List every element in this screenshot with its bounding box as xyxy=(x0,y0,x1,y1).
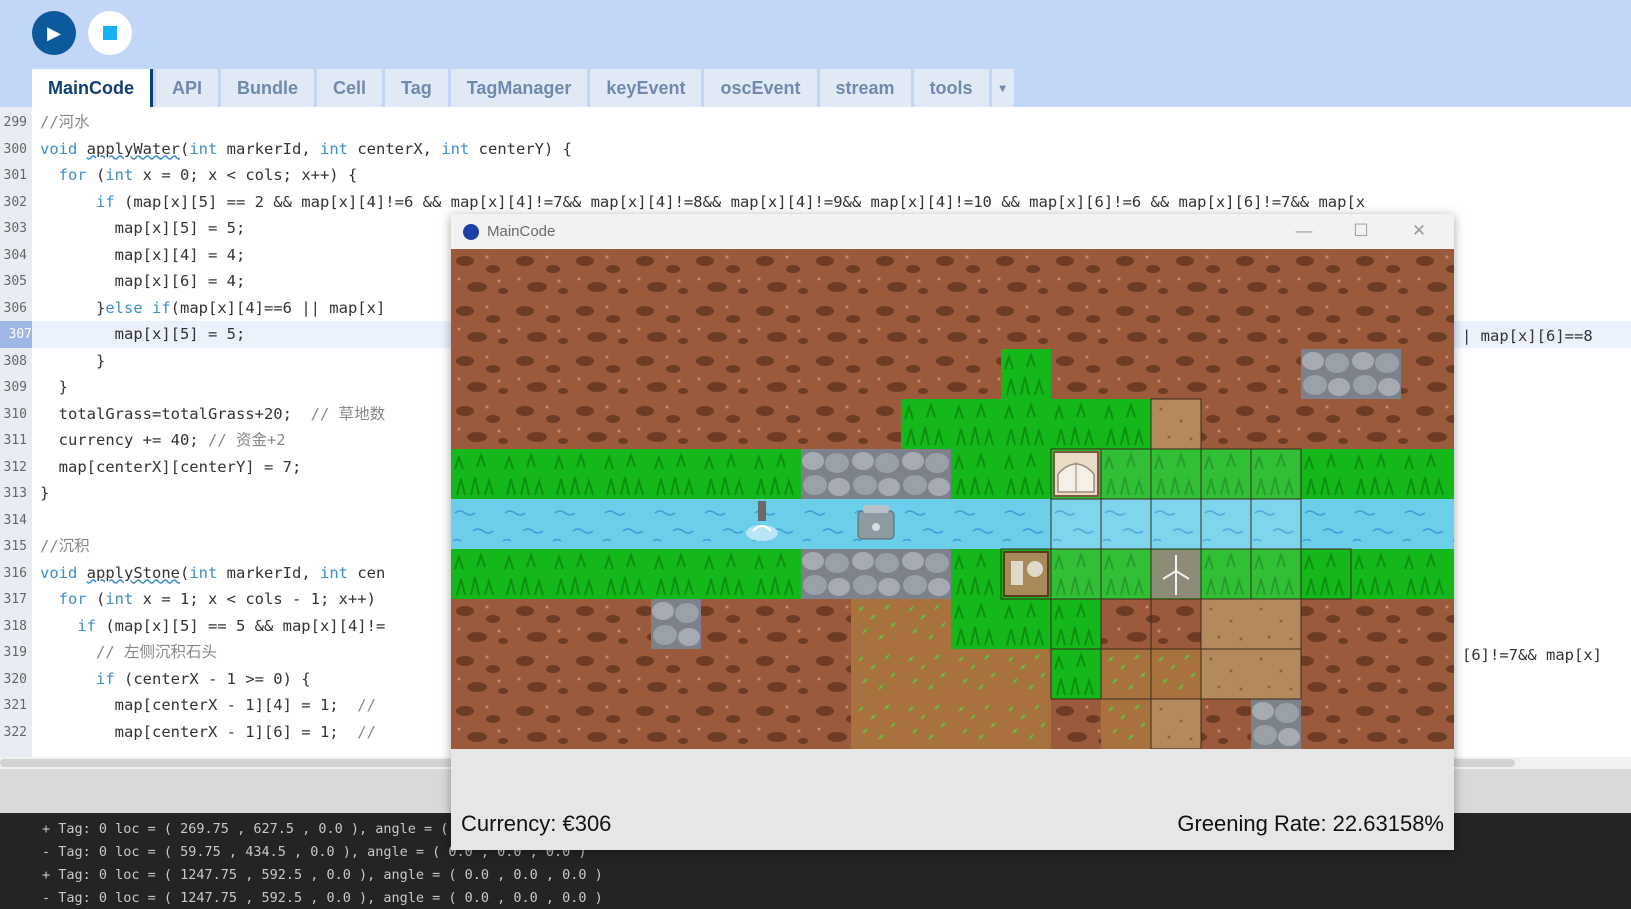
line-number: 299 xyxy=(3,115,27,130)
grass-band-upper xyxy=(451,449,1454,499)
tab-api[interactable]: API xyxy=(156,69,219,107)
code-text: if (centerX - 1 >= 0) { xyxy=(96,669,311,688)
code-text: map[x][6] = 4; xyxy=(40,272,246,290)
game-canvas[interactable] xyxy=(451,249,1454,749)
code-text: totalGrass=totalGrass+20; // 草地数 xyxy=(40,404,386,423)
maximize-button[interactable]: ☐ xyxy=(1345,219,1377,243)
code-text: // 左侧沉积石头 xyxy=(96,643,217,661)
code-line-301[interactable]: 301 for (int x = 0; x < cols; x++) { xyxy=(0,162,1631,189)
code-text: map[x][5] = 5; xyxy=(40,325,246,343)
tab-bundle[interactable]: Bundle xyxy=(221,69,315,107)
ide-toolbar: ▶ MainCode API Bundle Cell Tag TagManage… xyxy=(0,0,1631,107)
tab-tag[interactable]: Tag xyxy=(385,69,448,107)
console-line: + Tag: 0 loc = ( 1247.75 , 592.5 , 0.0 )… xyxy=(42,867,603,883)
minimize-icon: — xyxy=(1295,221,1313,240)
tab-keyevent[interactable]: keyEvent xyxy=(590,69,702,107)
code-text: } xyxy=(40,484,50,502)
app-icon xyxy=(463,224,479,240)
tabs-more-menu[interactable]: ▾ xyxy=(991,69,1014,107)
line-number: 305 xyxy=(3,274,27,289)
stone-tile xyxy=(1251,699,1301,749)
line-number: 317 xyxy=(3,592,27,607)
line-number: 316 xyxy=(3,565,27,581)
line-number: 311 xyxy=(3,433,27,448)
code-text: } xyxy=(40,378,68,396)
code-text: map[centerX][centerY] = 7; xyxy=(40,457,302,476)
code-text: currency += 40; // 资金+2 xyxy=(40,431,286,449)
line-number: 304 xyxy=(3,247,27,263)
chevron-down-icon: ▾ xyxy=(999,81,1006,95)
code-line-300[interactable]: 300 void applyWater(int markerId, int cen… xyxy=(0,136,1631,163)
greening-rate-display: Greening Rate: 22.63158% xyxy=(1177,811,1444,836)
code-text: map[x][4] = 4; xyxy=(40,245,246,264)
recycling-station-icon xyxy=(1003,551,1049,597)
code-fragment: | map[x][6]==8 xyxy=(1462,327,1593,345)
field-area xyxy=(851,599,951,749)
stone-tile xyxy=(1301,349,1401,399)
tab-maincode[interactable]: MainCode xyxy=(32,69,154,107)
line-number: 303 xyxy=(3,221,27,236)
tab-cell[interactable]: Cell xyxy=(317,69,383,107)
code-text: void applyStone(int markerId, int cen xyxy=(40,563,386,582)
code-text: map[x][5] = 5; xyxy=(40,219,246,237)
code-line-299[interactable]: 299 //河水 xyxy=(0,109,1631,136)
line-number: 315 xyxy=(3,539,27,554)
code-fragment: [6]!=7&& map[x] xyxy=(1462,646,1602,664)
code-text: map[centerX - 1][4] = 1; // xyxy=(40,696,376,714)
line-number: 314 xyxy=(3,512,27,528)
grass-tile xyxy=(1001,349,1051,399)
grass-tile xyxy=(901,399,1151,449)
line-number: 321 xyxy=(3,698,27,713)
tab-oscevent[interactable]: oscEvent xyxy=(704,69,817,107)
line-number: 309 xyxy=(3,380,27,395)
stone-area xyxy=(801,449,951,499)
game-map xyxy=(451,249,1454,749)
stop-icon xyxy=(103,26,117,40)
field-area xyxy=(951,649,1051,749)
line-number: 300 xyxy=(3,141,27,157)
tab-tools[interactable]: tools xyxy=(913,69,989,107)
code-text: for (int x = 1; x < cols - 1; x++) xyxy=(58,590,376,608)
river xyxy=(451,499,1454,549)
console-line: - Tag: 0 loc = ( 1247.75 , 592.5 , 0.0 )… xyxy=(42,890,603,906)
window-titlebar[interactable]: MainCode — ☐ ✕ xyxy=(451,214,1454,249)
greenhouse-icon xyxy=(1053,451,1099,497)
grass-band-lower xyxy=(451,549,1454,599)
tab-stream[interactable]: stream xyxy=(819,69,911,107)
code-text: } xyxy=(40,351,106,370)
grass-tile xyxy=(1051,649,1101,699)
stone-area xyxy=(801,549,951,599)
code-line-302[interactable]: 302 if (map[x][5] == 2 && map[x][4]!=6 &… xyxy=(0,189,1631,216)
code-text: void applyWater(int markerId, int center… xyxy=(40,139,572,158)
water-purifier-icon xyxy=(857,505,895,540)
line-number: 312 xyxy=(3,459,27,475)
code-text: //河水 xyxy=(40,113,90,131)
grass-tile xyxy=(951,599,1101,649)
code-text: map[centerX - 1][6] = 1; // xyxy=(40,722,376,741)
line-number: 302 xyxy=(3,194,27,210)
line-number: 322 xyxy=(3,724,27,740)
stop-button[interactable] xyxy=(88,11,132,55)
maximize-icon: ☐ xyxy=(1353,221,1369,240)
play-icon: ▶ xyxy=(47,22,61,43)
currency-display: Currency: €306 xyxy=(461,811,612,836)
editor-tabs: MainCode API Bundle Cell Tag TagManager … xyxy=(32,69,1017,107)
window-title: MainCode xyxy=(487,223,556,240)
wind-turbine-icon xyxy=(1152,550,1200,598)
code-text: //沉积 xyxy=(40,537,90,555)
sketch-window: MainCode — ☐ ✕ Currency: €306 Greening R… xyxy=(451,214,1454,850)
close-button[interactable]: ✕ xyxy=(1403,219,1435,243)
minimize-button[interactable]: — xyxy=(1288,219,1320,243)
line-number: 310 xyxy=(3,406,27,422)
code-text: if (map[x][5] == 2 && map[x][4]!=6 && ma… xyxy=(96,192,1366,211)
run-button[interactable]: ▶ xyxy=(32,11,76,55)
stone-tile xyxy=(651,599,701,649)
tab-tagmanager[interactable]: TagManager xyxy=(450,69,588,107)
code-text: for (int x = 0; x < cols; x++) { xyxy=(58,166,358,184)
close-icon: ✕ xyxy=(1411,221,1427,240)
line-number: 313 xyxy=(3,486,27,501)
line-number: 301 xyxy=(3,168,27,183)
